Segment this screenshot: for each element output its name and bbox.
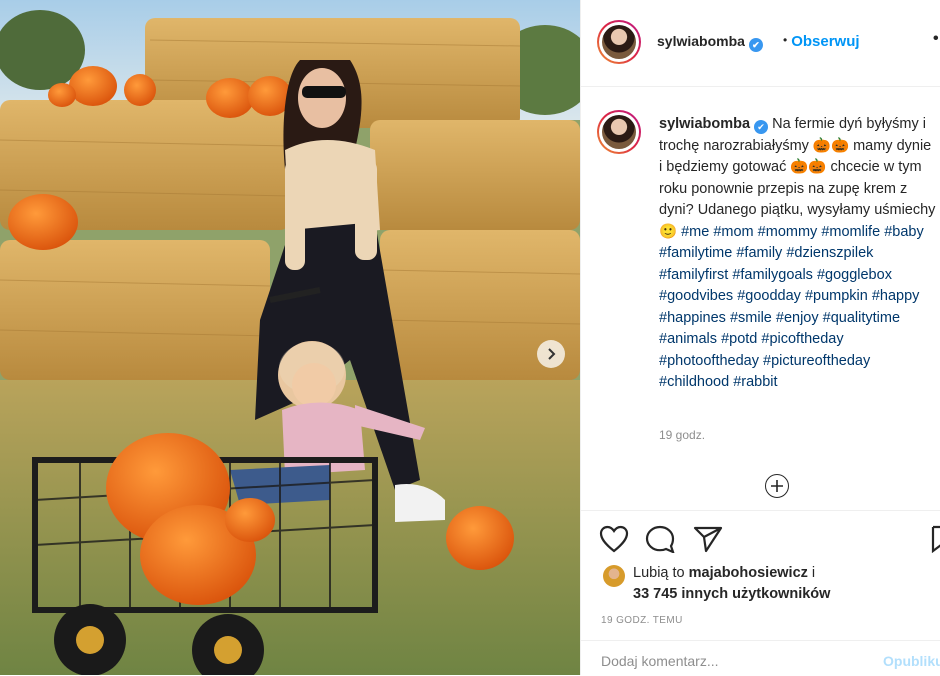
hashtag-link[interactable]: #gogglebox [817, 267, 892, 283]
load-more-comments-button[interactable] [765, 474, 789, 498]
hashtag-link[interactable]: #goodvibes [659, 288, 733, 304]
hashtag-link[interactable]: #momlife [821, 224, 880, 240]
hashtag-link[interactable]: #picoftheday [761, 331, 843, 347]
liker-username[interactable]: majabohosiewicz [689, 565, 808, 581]
post-header: sylwiabomba ✔ • Obserwuj • [581, 0, 940, 87]
hashtag-link[interactable]: #familytime [659, 245, 732, 261]
publish-comment-button[interactable]: Opublikuj [883, 653, 940, 669]
hashtag-link[interactable]: #familygoals [732, 267, 813, 283]
hashtag-link[interactable]: #enjoy [776, 310, 819, 326]
caption-time: 19 godz. [659, 428, 706, 442]
hashtag-link[interactable]: #me [681, 224, 709, 240]
likes-suffix: i [807, 565, 816, 581]
carousel-next-button[interactable] [537, 340, 565, 368]
like-heart-icon[interactable] [599, 525, 629, 553]
hashtag-link[interactable]: #photooftheday [659, 353, 759, 369]
hashtag-link[interactable]: #goodday [737, 288, 801, 304]
pumpkin-farm-photo [0, 0, 580, 675]
post-sidebar: sylwiabomba ✔ • Obserwuj • sylwiabomba ✔ Na… [580, 0, 940, 675]
caption-line: Na fermie dyń [772, 116, 867, 132]
post-photo[interactable] [0, 0, 580, 675]
post-date: 19 GODZ. TEMU [601, 615, 683, 626]
hashtag-link[interactable]: #smile [730, 310, 772, 326]
hashtag-link[interactable]: #qualitytime [823, 310, 900, 326]
follow-separator: • [783, 33, 788, 47]
share-send-icon[interactable] [693, 525, 723, 553]
hashtag-link[interactable]: #mommy [758, 224, 818, 240]
hashtag-link[interactable]: #rabbit [733, 374, 777, 390]
post-caption: sylwiabomba ✔ Na fermie dyń byłyśmy i tro… [659, 114, 937, 394]
hashtag-link[interactable]: #animals [659, 331, 717, 347]
hashtag-link[interactable]: #mom [713, 224, 753, 240]
follow-label: Obserwuj [791, 33, 860, 50]
verified-badge-icon: ✔ [754, 120, 769, 134]
likes-count[interactable]: 33 745 innych użytkowników [633, 586, 830, 602]
hashtag-link[interactable]: #happy [872, 288, 920, 304]
hashtag-link[interactable]: #family [736, 245, 782, 261]
more-options-button[interactable]: • [933, 30, 939, 48]
hashtag-link[interactable]: #pictureoftheday [763, 353, 870, 369]
caption-avatar[interactable] [597, 110, 641, 154]
hashtag-link[interactable]: #potd [721, 331, 757, 347]
verified-badge-icon: ✔ [748, 38, 763, 52]
plus-circle-icon [771, 480, 783, 492]
author-username[interactable]: sylwiabomba [657, 33, 745, 49]
hashtag-link[interactable]: #childhood [659, 374, 729, 390]
hashtag-link[interactable]: #familyfirst [659, 267, 728, 283]
save-bookmark-icon[interactable] [931, 525, 940, 553]
hashtag-link[interactable]: #pumpkin [805, 288, 868, 304]
likes-prefix: Lubią to [633, 565, 689, 581]
follow-button[interactable]: • Obserwuj [783, 33, 860, 50]
likes-summary: Lubią to majabohosiewicz i 33 745 innych… [633, 563, 830, 605]
hashtag-link[interactable]: #happines [659, 310, 726, 326]
author-username-row: sylwiabomba ✔ [657, 33, 763, 52]
hashtag-link[interactable]: #baby [884, 224, 924, 240]
caption-text: Na fermie dyń byłyśmy i trochę narozrabi… [659, 116, 935, 240]
author-avatar[interactable] [597, 20, 641, 64]
caption-hashtags: #me #mom #mommy #momlife #baby #familyti… [659, 224, 924, 391]
comment-bar: Dodaj komentarz... Opublikuj [581, 640, 940, 676]
liker-avatar[interactable] [603, 565, 625, 587]
more-options-icon: • [933, 30, 939, 47]
hashtag-link[interactable]: #dzienszpilek [786, 245, 873, 261]
caption-username[interactable]: sylwiabomba [659, 116, 750, 132]
chevron-right-icon [548, 348, 556, 360]
comment-bubble-icon[interactable] [645, 525, 675, 553]
comment-input[interactable]: Dodaj komentarz... [601, 653, 719, 669]
